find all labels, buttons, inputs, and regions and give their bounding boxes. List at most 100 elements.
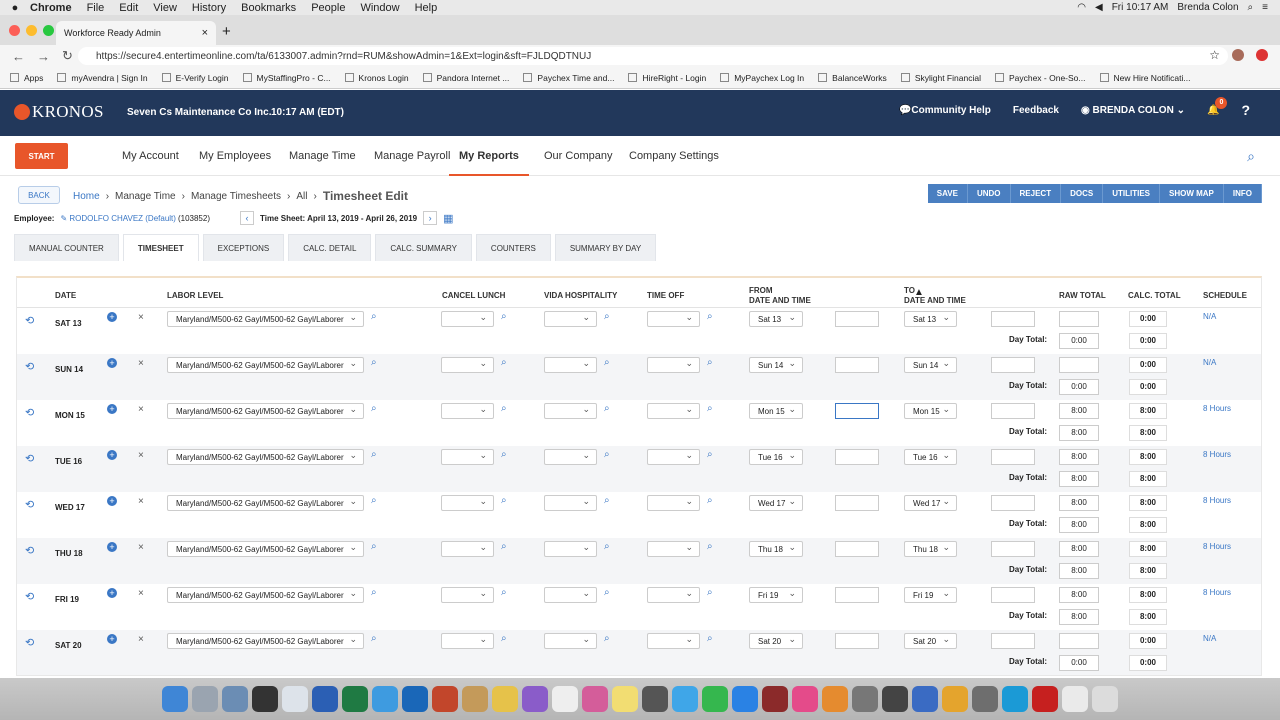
time-off-select[interactable] xyxy=(647,633,700,649)
from-time-input[interactable] xyxy=(835,541,879,557)
time-off-select[interactable] xyxy=(647,541,700,557)
raw-total[interactable]: 8:00 xyxy=(1059,403,1099,419)
tab-manual-counter[interactable]: MANUAL COUNTER xyxy=(14,234,119,261)
labor-lookup-icon[interactable]: ⌕ xyxy=(371,403,377,414)
to-time-input[interactable] xyxy=(991,403,1035,419)
raw-total[interactable]: 8:00 xyxy=(1059,587,1099,603)
bookmark-item[interactable]: MyStaffingPro - C... xyxy=(242,73,331,83)
cancel-lunch-lookup-icon[interactable]: ⌕ xyxy=(501,495,507,506)
to-date-select[interactable]: Thu 18 xyxy=(904,541,957,557)
delete-row-icon[interactable]: × xyxy=(138,542,144,553)
address-input[interactable]: https://secure4.entertimeonline.com/ta/6… xyxy=(78,47,1228,65)
wifi-icon[interactable]: ◠ xyxy=(1077,2,1086,13)
to-date-select[interactable]: Fri 19 xyxy=(904,587,957,603)
from-time-input[interactable] xyxy=(835,633,879,649)
to-date-select[interactable]: Mon 15 xyxy=(904,403,957,419)
crumb-all[interactable]: All xyxy=(296,191,307,202)
from-date-select[interactable]: Sat 13 xyxy=(749,311,803,327)
raw-total[interactable]: 8:00 xyxy=(1059,449,1099,465)
notifications-bell-icon[interactable]: 🔔 0 xyxy=(1207,96,1228,116)
vida-hospitality-select[interactable] xyxy=(544,357,597,373)
minimize-window-icon[interactable] xyxy=(26,25,37,36)
labor-level-select[interactable]: Maryland/M500-62 Gayl/M500-62 Gayl/Labor… xyxy=(167,587,364,603)
vida-lookup-icon[interactable]: ⌕ xyxy=(604,403,610,414)
menu-edit[interactable]: Edit xyxy=(119,2,138,14)
photos-icon[interactable] xyxy=(582,686,608,712)
trash-icon[interactable] xyxy=(1092,686,1118,712)
from-date-select[interactable]: Wed 17 xyxy=(749,495,803,511)
from-date-select[interactable]: Thu 18 xyxy=(749,541,803,557)
cancel-lunch-lookup-icon[interactable]: ⌕ xyxy=(501,633,507,644)
time-off-lookup-icon[interactable]: ⌕ xyxy=(707,495,713,506)
settings-icon[interactable] xyxy=(852,686,878,712)
from-date-select[interactable]: Fri 19 xyxy=(749,587,803,603)
bookmark-item[interactable]: Skylight Financial xyxy=(900,73,981,83)
browser-icon[interactable] xyxy=(1002,686,1028,712)
time-off-lookup-icon[interactable]: ⌕ xyxy=(707,403,713,414)
terminal-icon[interactable] xyxy=(882,686,908,712)
nav-my-employees[interactable]: My Employees xyxy=(199,150,271,162)
tab-exceptions[interactable]: EXCEPTIONS xyxy=(202,234,285,261)
bookmark-item[interactable]: Kronos Login xyxy=(344,73,409,83)
time-off-select[interactable] xyxy=(647,357,700,373)
raw-total[interactable] xyxy=(1059,357,1099,373)
cancel-lunch-select[interactable] xyxy=(441,449,494,465)
vida-hospitality-select[interactable] xyxy=(544,587,597,603)
time-off-lookup-icon[interactable]: ⌕ xyxy=(707,541,713,552)
cancel-lunch-lookup-icon[interactable]: ⌕ xyxy=(501,541,507,552)
schedule-link[interactable]: 8 Hours xyxy=(1203,588,1231,597)
search-icon[interactable]: ⌕ xyxy=(1247,148,1255,165)
close-tab-icon[interactable]: × xyxy=(202,27,208,39)
row-edit-icon[interactable]: ⟲ xyxy=(25,590,34,603)
undo-button[interactable]: UNDO xyxy=(967,184,1011,203)
chrome-icon[interactable] xyxy=(942,686,968,712)
add-row-icon[interactable]: + xyxy=(107,588,117,598)
time-off-lookup-icon[interactable]: ⌕ xyxy=(707,449,713,460)
browser-tab[interactable]: Workforce Ready Admin × xyxy=(56,21,216,45)
cancel-lunch-lookup-icon[interactable]: ⌕ xyxy=(501,311,507,322)
labor-lookup-icon[interactable]: ⌕ xyxy=(371,587,377,598)
vida-lookup-icon[interactable]: ⌕ xyxy=(604,633,610,644)
vida-lookup-icon[interactable]: ⌕ xyxy=(604,311,610,322)
back-button[interactable]: BACK xyxy=(18,186,60,204)
delete-row-icon[interactable]: × xyxy=(138,634,144,645)
labor-lookup-icon[interactable]: ⌕ xyxy=(371,449,377,460)
add-row-icon[interactable]: + xyxy=(107,450,117,460)
vida-hospitality-select[interactable] xyxy=(544,403,597,419)
row-edit-icon[interactable]: ⟲ xyxy=(25,544,34,557)
books-icon[interactable] xyxy=(822,686,848,712)
finder-icon[interactable] xyxy=(162,686,188,712)
to-date-select[interactable]: Wed 17 xyxy=(904,495,957,511)
user-menu[interactable]: ◉ BRENDA COLON ⌄ xyxy=(1081,105,1185,116)
tab-summary-by-day[interactable]: SUMMARY BY DAY xyxy=(554,234,657,261)
music-icon[interactable] xyxy=(792,686,818,712)
to-time-input[interactable] xyxy=(991,449,1035,465)
add-row-icon[interactable]: + xyxy=(107,542,117,552)
text-icon[interactable] xyxy=(552,686,578,712)
community-help-link[interactable]: 💬Community Help xyxy=(899,105,991,116)
bookmark-item[interactable]: myAvendra | Sign In xyxy=(57,73,148,83)
menu-list-icon[interactable]: ≡ xyxy=(1262,2,1268,13)
menu-window[interactable]: Window xyxy=(360,2,399,14)
facetime-icon[interactable] xyxy=(702,686,728,712)
from-time-input[interactable] xyxy=(835,311,879,327)
bookmark-item[interactable]: Paychex - One-So... xyxy=(994,73,1086,83)
back-arrow-icon[interactable]: ← xyxy=(12,49,25,64)
feedback-link[interactable]: Feedback xyxy=(1013,105,1059,116)
labor-level-select[interactable]: Maryland/M500-62 Gayl/M500-62 Gayl/Labor… xyxy=(167,449,364,465)
activity-icon[interactable] xyxy=(252,686,278,712)
calendar-icon[interactable]: ▦ xyxy=(443,212,453,225)
tab-calc-summary[interactable]: CALC. SUMMARY xyxy=(375,234,472,261)
launchpad-icon[interactable] xyxy=(192,686,218,712)
schedule-link[interactable]: N/A xyxy=(1203,358,1216,367)
forward-arrow-icon[interactable]: → xyxy=(37,49,50,64)
to-time-input[interactable] xyxy=(991,541,1035,557)
time-off-select[interactable] xyxy=(647,403,700,419)
next-period-button[interactable]: › xyxy=(423,211,438,225)
close-window-icon[interactable] xyxy=(9,25,20,36)
notes-icon[interactable] xyxy=(462,686,488,712)
labor-level-select[interactable]: Maryland/M500-62 Gayl/M500-62 Gayl/Labor… xyxy=(167,357,364,373)
row-edit-icon[interactable]: ⟲ xyxy=(25,498,34,511)
app-icon[interactable] xyxy=(522,686,548,712)
menu-view[interactable]: View xyxy=(153,2,177,14)
